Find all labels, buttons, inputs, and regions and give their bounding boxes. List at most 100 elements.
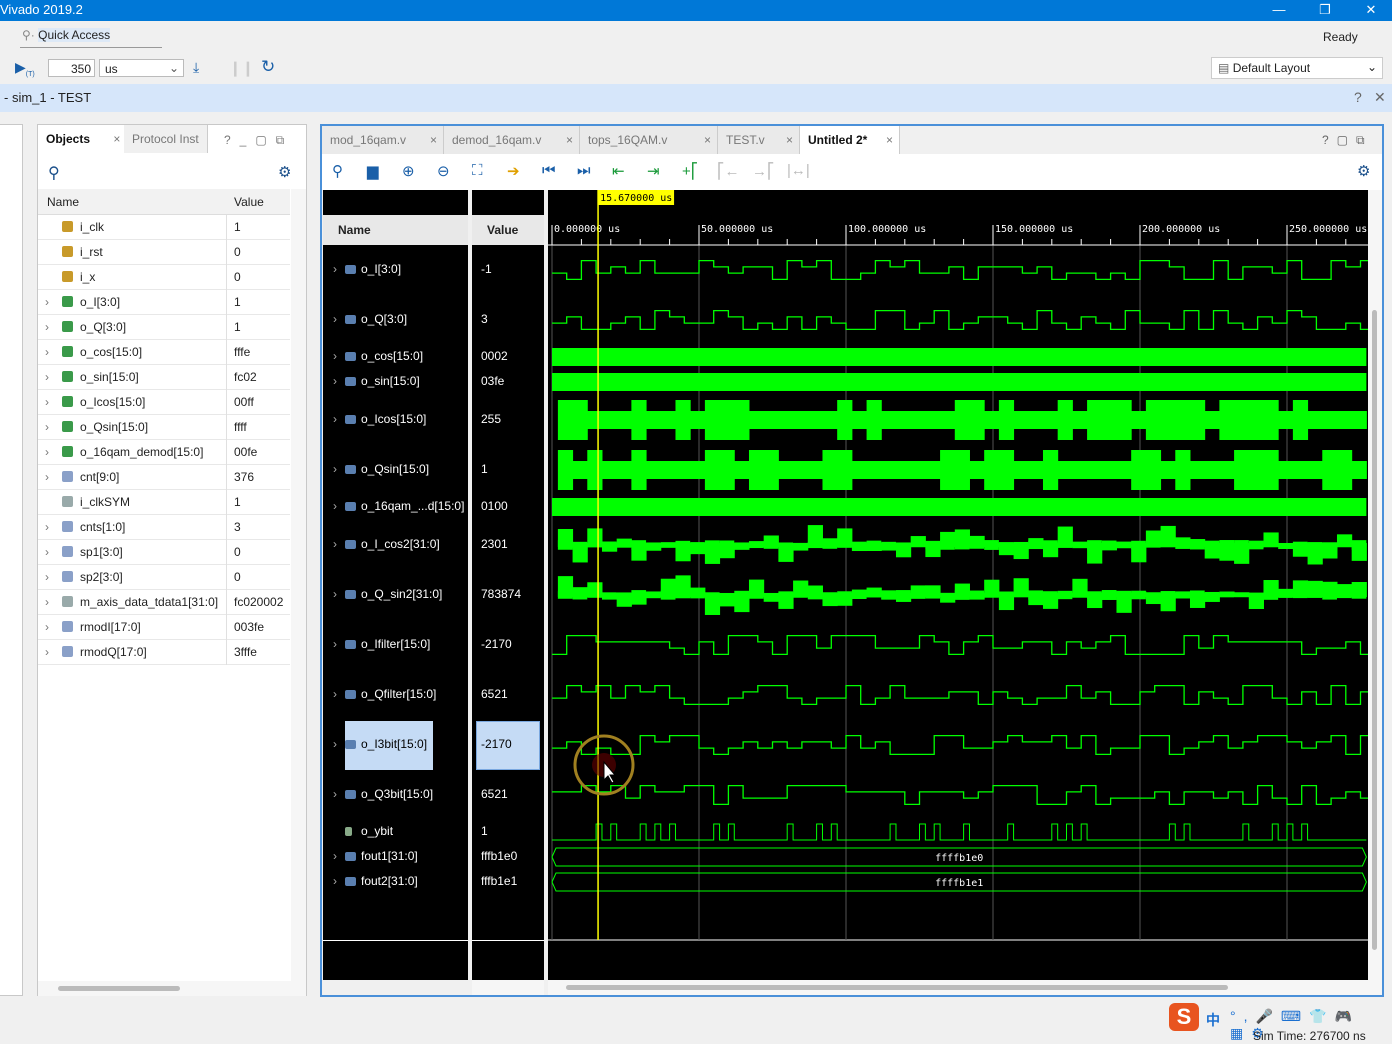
wave-signal-row[interactable]: › fout1[31:0] — [323, 849, 468, 867]
chevron-right-icon[interactable]: › — [333, 262, 337, 276]
object-row[interactable]: i_x 0 — [38, 265, 290, 290]
wave-signal-row[interactable]: › o_Q[3:0] — [323, 312, 468, 330]
chevron-right-icon[interactable]: › — [333, 587, 337, 601]
wave-signal-row[interactable]: o_ybit — [323, 824, 468, 842]
ime-logo[interactable]: S — [1169, 1003, 1199, 1031]
editor-tab[interactable]: TEST.v × — [718, 126, 800, 154]
object-row[interactable]: › o_sin[15:0] fc02 — [38, 365, 290, 390]
wave-signal-row[interactable]: › o_I[3:0] — [323, 262, 468, 280]
chevron-right-icon[interactable]: › — [45, 295, 49, 309]
zoom-fit-icon[interactable]: ⛶ — [472, 162, 483, 179]
chevron-right-icon[interactable]: › — [45, 520, 49, 534]
tab-protocol-inst[interactable]: Protocol Inst — [124, 125, 208, 153]
chevron-right-icon[interactable]: › — [333, 637, 337, 651]
gear-icon[interactable]: ⚙ — [278, 163, 291, 181]
chevron-right-icon[interactable]: › — [333, 737, 337, 751]
chevron-right-icon[interactable]: › — [333, 462, 337, 476]
close-icon[interactable]: × — [566, 133, 573, 147]
chevron-right-icon[interactable]: › — [45, 445, 49, 459]
add-marker-icon[interactable]: +⎡ — [682, 162, 698, 180]
object-row[interactable]: › sp2[3:0] 0 — [38, 565, 290, 590]
go-to-end-icon[interactable]: ⏭ — [577, 162, 591, 179]
step-icon[interactable]: ⤓ — [193, 59, 199, 76]
chevron-right-icon[interactable]: › — [45, 320, 49, 334]
gear-icon[interactable]: ⚙ — [1357, 162, 1370, 180]
wave-signal-row[interactable]: › o_Icos[15:0] — [323, 412, 468, 430]
chevron-right-icon[interactable]: › — [45, 595, 49, 609]
chevron-right-icon[interactable]: › — [45, 620, 49, 634]
chevron-right-icon[interactable]: › — [333, 787, 337, 801]
go-to-cursor-icon[interactable]: ➔ — [507, 162, 520, 180]
wave-signal-row[interactable]: › o_cos[15:0] — [323, 349, 468, 367]
close-icon[interactable]: × — [786, 133, 793, 147]
run-for-icon[interactable]: ▶(T) — [15, 59, 35, 78]
chevron-right-icon[interactable]: › — [45, 345, 49, 359]
save-icon[interactable]: ▆ — [367, 162, 379, 180]
chevron-right-icon[interactable]: › — [333, 349, 337, 363]
object-row[interactable]: › o_cos[15:0] fffe — [38, 340, 290, 365]
wave-signal-row[interactable]: › o_I3bit[15:0] — [323, 737, 468, 755]
next-transition-icon[interactable]: ⇥ — [647, 162, 660, 180]
wave-signal-row[interactable]: › o_Qsin[15:0] — [323, 462, 468, 480]
object-row[interactable]: › o_Q[3:0] 1 — [38, 315, 290, 340]
close-button[interactable]: ✕ — [1348, 0, 1392, 21]
wave-signal-row[interactable]: › fout2[31:0] — [323, 874, 468, 892]
object-row[interactable]: i_rst 0 — [38, 240, 290, 265]
close-icon[interactable]: ✕ — [1374, 89, 1386, 106]
editor-tab[interactable]: demod_16qam.v × — [444, 126, 580, 154]
close-icon[interactable]: × — [430, 133, 437, 147]
object-row[interactable]: › o_16qam_demod[15:0] 00fe — [38, 440, 290, 465]
wave-hscrollbar[interactable] — [548, 980, 1382, 995]
minimize-button[interactable]: — — [1256, 0, 1302, 21]
object-row[interactable]: › rmodI[17:0] 003fe — [38, 615, 290, 640]
chevron-right-icon[interactable]: › — [333, 687, 337, 701]
close-icon[interactable]: × — [886, 133, 893, 147]
restart-icon[interactable]: ↻ — [261, 57, 275, 77]
objects-vscrollbar[interactable] — [291, 189, 306, 981]
chevron-right-icon[interactable]: › — [45, 570, 49, 584]
wave-signal-row[interactable]: › o_Q_sin2[31:0] — [323, 587, 468, 605]
chevron-right-icon[interactable]: › — [333, 374, 337, 388]
chevron-right-icon[interactable]: › — [333, 312, 337, 326]
wave-signal-row[interactable]: › o_Qfilter[15:0] — [323, 687, 468, 705]
chevron-right-icon[interactable]: › — [333, 849, 337, 863]
chevron-right-icon[interactable]: › — [333, 537, 337, 551]
editor-tab[interactable]: Untitled 2* × — [800, 126, 900, 154]
run-time-input[interactable]: 350 — [48, 59, 95, 77]
wave-signal-row[interactable]: › o_I_cos2[31:0] — [323, 537, 468, 555]
chevron-right-icon[interactable]: › — [45, 645, 49, 659]
object-row[interactable]: › sp1[3:0] 0 — [38, 540, 290, 565]
chevron-right-icon[interactable]: › — [45, 370, 49, 384]
panel-controls[interactable]: ?_▢⧉ — [224, 133, 293, 148]
object-row[interactable]: › rmodQ[17:0] 3fffe — [38, 640, 290, 665]
waveform-canvas[interactable]: 0.000000 us 50.000000 us 100.000000 us 150.… — [548, 190, 1368, 980]
zoom-out-icon[interactable]: ⊖ — [437, 162, 450, 180]
chevron-right-icon[interactable]: › — [45, 395, 49, 409]
next-marker-icon[interactable]: →⎡ — [752, 162, 775, 180]
restore-button[interactable]: ❐ — [1302, 0, 1348, 21]
time-unit-select[interactable]: us ⌄ — [99, 59, 184, 77]
chevron-right-icon[interactable]: › — [333, 874, 337, 888]
chevron-right-icon[interactable]: › — [333, 412, 337, 426]
editor-tab[interactable]: mod_16qam.v × — [322, 126, 444, 154]
objects-hscrollbar[interactable] — [38, 981, 306, 996]
wave-signal-row[interactable]: › o_Q3bit[15:0] — [323, 787, 468, 805]
chevron-right-icon[interactable]: › — [45, 420, 49, 434]
object-row[interactable]: › cnts[1:0] 3 — [38, 515, 290, 540]
swap-cursors-icon[interactable]: |↔| — [787, 162, 810, 179]
wave-signal-row[interactable]: › o_sin[15:0] — [323, 374, 468, 392]
object-row[interactable]: › o_Icos[15:0] 00ff — [38, 390, 290, 415]
search-icon[interactable]: ⚲ — [332, 162, 343, 180]
chevron-right-icon[interactable]: › — [45, 470, 49, 484]
tab-objects[interactable]: Objects × — [38, 125, 130, 153]
previous-transition-icon[interactable]: ⇤ — [612, 162, 625, 180]
editor-tab[interactable]: tops_16QAM.v × — [580, 126, 718, 154]
value-hscrollbar[interactable] — [472, 980, 544, 995]
close-icon[interactable]: × — [704, 133, 711, 147]
go-to-start-icon[interactable]: ⏮ — [542, 162, 556, 179]
wave-signal-row[interactable]: › o_Ifilter[15:0] — [323, 637, 468, 655]
pause-icon[interactable]: ❙❙ — [229, 59, 254, 77]
close-icon[interactable]: × — [113, 132, 120, 146]
ime-mode[interactable]: 中 — [1206, 1010, 1220, 1030]
wave-vscrollbar[interactable] — [1368, 190, 1382, 980]
